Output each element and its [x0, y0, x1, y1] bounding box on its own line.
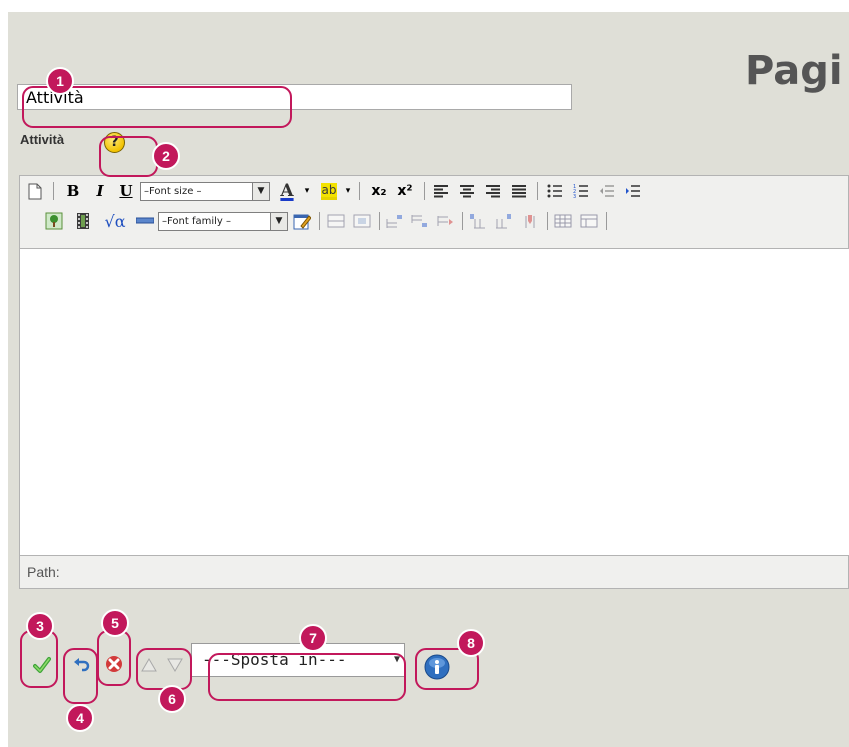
new-document-icon[interactable] — [27, 180, 43, 202]
font-family-select[interactable]: –Font family – ▼ — [158, 212, 288, 231]
callout-outline-5 — [97, 630, 131, 686]
toolbar-separator — [606, 212, 607, 230]
align-right-icon[interactable] — [483, 180, 503, 202]
toolbar-separator — [379, 212, 380, 230]
callout-badge-1: 1 — [46, 67, 74, 95]
bold-button[interactable]: B — [63, 180, 83, 202]
chevron-down-icon: ▼ — [252, 183, 269, 200]
insert-col-before-icon[interactable] — [468, 210, 488, 232]
font-family-select-value: –Font family – — [162, 216, 231, 227]
align-left-icon[interactable] — [431, 180, 451, 202]
callout-badge-7: 7 — [299, 624, 327, 652]
callout-outline-7 — [208, 653, 406, 701]
toolbar-separator — [547, 212, 548, 230]
highlight-color-button[interactable]: ab — [316, 180, 342, 202]
callout-outline-2 — [99, 136, 158, 177]
bullet-list-icon[interactable] — [545, 180, 565, 202]
page-title: Pagi — [745, 48, 843, 94]
insert-col-after-icon[interactable] — [494, 210, 514, 232]
callout-badge-4: 4 — [66, 704, 94, 732]
rich-text-editor: B I U –Font size – ▼ A ▾ ab ▾ x₂ x² 1 2 … — [19, 175, 849, 589]
editor-path-bar: Path: — [27, 564, 60, 580]
delete-row-icon[interactable] — [435, 210, 455, 232]
callout-badge-8: 8 — [457, 629, 485, 657]
svg-text:3: 3 — [573, 194, 576, 198]
toolbar-row-insert: √α –Font family – ▼ — [20, 206, 848, 236]
highlight-glyph: ab — [320, 182, 338, 200]
align-center-icon[interactable] — [457, 180, 477, 202]
edit-style-icon[interactable] — [292, 210, 312, 232]
toolbar-row-formatting: B I U –Font size – ▼ A ▾ ab ▾ x₂ x² 1 2 … — [20, 176, 848, 206]
underline-button[interactable]: U — [116, 180, 136, 202]
toolbar-separator — [53, 182, 54, 200]
field-label: Attività — [20, 132, 65, 147]
subscript-button[interactable]: x₂ — [369, 180, 389, 202]
callout-badge-2: 2 — [152, 142, 180, 170]
toolbar-separator — [319, 212, 320, 230]
merge-cells-icon[interactable] — [579, 210, 599, 232]
callout-badge-5: 5 — [101, 609, 129, 637]
callout-badge-3: 3 — [26, 612, 54, 640]
font-size-select[interactable]: –Font size – ▼ — [140, 182, 270, 201]
outdent-icon[interactable] — [597, 180, 617, 202]
image-icon[interactable] — [44, 210, 64, 232]
indent-icon[interactable] — [623, 180, 643, 202]
toolbar-separator — [424, 182, 425, 200]
toolbar-separator — [537, 182, 538, 200]
horizontal-rule-icon[interactable] — [135, 210, 155, 232]
editor-content-area[interactable] — [20, 248, 849, 556]
superscript-button[interactable]: x² — [395, 180, 415, 202]
font-size-select-value: –Font size – — [144, 186, 202, 197]
callout-badge-6: 6 — [158, 685, 186, 713]
callout-outline-4 — [63, 648, 98, 704]
insert-row-before-icon[interactable] — [384, 210, 404, 232]
italic-button[interactable]: I — [90, 180, 110, 202]
font-color-dropdown-icon[interactable]: ▾ — [302, 180, 312, 202]
callout-outline-6 — [136, 648, 192, 690]
font-color-button[interactable]: A — [275, 180, 299, 202]
align-justify-icon[interactable] — [509, 180, 529, 202]
numbered-list-icon[interactable]: 123 — [571, 180, 591, 202]
toolbar-separator — [359, 182, 360, 200]
delete-col-icon[interactable] — [520, 210, 540, 232]
math-formula-button[interactable]: √α — [101, 210, 129, 232]
table-row-props-icon[interactable] — [326, 210, 346, 232]
highlight-dropdown-icon[interactable]: ▾ — [343, 180, 353, 202]
split-cells-icon[interactable] — [553, 210, 573, 232]
chevron-down-icon: ▼ — [270, 213, 287, 230]
media-icon[interactable] — [73, 210, 93, 232]
table-cell-props-icon[interactable] — [352, 210, 372, 232]
insert-row-after-icon[interactable] — [409, 210, 429, 232]
toolbar-separator — [462, 212, 463, 230]
